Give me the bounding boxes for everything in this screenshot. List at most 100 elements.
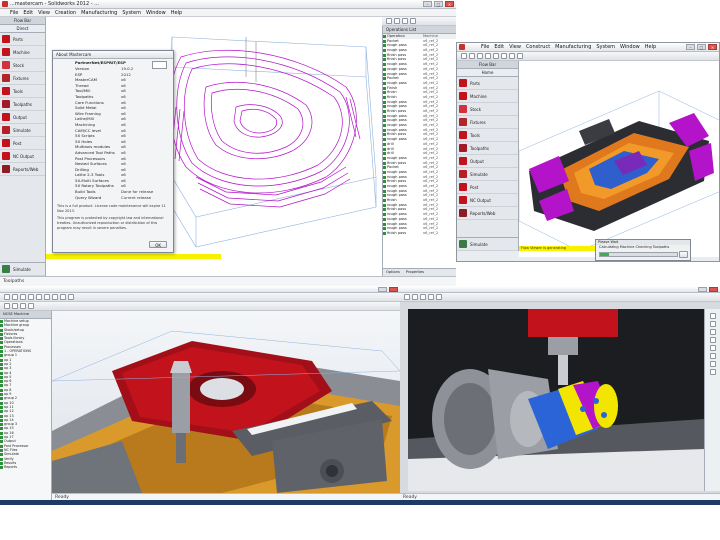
close-button-4[interactable]: [709, 287, 718, 292]
flow-item-machine[interactable]: Machine: [0, 46, 45, 59]
flow-footer-simulate[interactable]: Simulate: [0, 262, 45, 276]
section-icon-4[interactable]: [709, 369, 716, 375]
fit-icon[interactable]: [517, 53, 523, 59]
close-button-3[interactable]: [389, 287, 398, 292]
close-button[interactable]: ×: [445, 1, 454, 7]
step-icon-4[interactable]: [709, 337, 716, 343]
zoom-icon-4[interactable]: [428, 294, 434, 300]
tool-refresh-icon[interactable]: [394, 18, 400, 24]
tool-verify-icon[interactable]: [410, 18, 416, 24]
machine-viewport[interactable]: [52, 311, 400, 493]
pan-icon[interactable]: [509, 53, 515, 59]
open-icon-4[interactable]: [412, 294, 418, 300]
print-icon[interactable]: [485, 53, 491, 59]
rotate-icon-4[interactable]: [436, 294, 442, 300]
menu-system[interactable]: System: [122, 9, 141, 16]
view-side-icon[interactable]: [20, 303, 26, 309]
new-icon-4[interactable]: [404, 294, 410, 300]
play-icon-4[interactable]: [709, 313, 716, 319]
stop-icon-4[interactable]: [709, 329, 716, 335]
flow2-item-machine[interactable]: Machine: [457, 90, 518, 103]
wire-icon-3[interactable]: [68, 294, 74, 300]
new-icon-3[interactable]: [4, 294, 10, 300]
zoom-icon[interactable]: [493, 53, 499, 59]
flow-bar-subheader[interactable]: Direct: [0, 25, 45, 33]
flow-item-nc-output[interactable]: NC Output: [0, 150, 45, 163]
tool-delete-icon[interactable]: [402, 18, 408, 24]
flow2-item-tools[interactable]: Tools: [457, 129, 518, 142]
pause-icon-4[interactable]: [709, 321, 716, 327]
rotate-icon-3[interactable]: [52, 294, 58, 300]
window-controls-2: – □ ×: [686, 44, 717, 50]
save-icon[interactable]: [477, 53, 483, 59]
tool-select-icon[interactable]: [386, 18, 392, 24]
progress-text: Calculating Machine Checking Toolpaths: [599, 245, 670, 249]
undo-icon-3[interactable]: [28, 294, 34, 300]
dialog-ok-button[interactable]: OK: [149, 241, 167, 248]
flow-item-simulate[interactable]: Simulate: [0, 124, 45, 137]
flow-item-toolpaths[interactable]: Toolpaths: [0, 98, 45, 111]
maximize-button[interactable]: □: [434, 1, 443, 7]
flow2-footer-simulate[interactable]: Simulate: [457, 237, 518, 251]
rotate-icon[interactable]: [501, 53, 507, 59]
flow-bar-subheader-2[interactable]: Home: [457, 69, 518, 77]
flow2-item-toolpaths[interactable]: Toolpaths: [457, 142, 518, 155]
zoom-icon-3[interactable]: [44, 294, 50, 300]
menu-edit[interactable]: Edit: [23, 9, 33, 16]
flow2-item-parts[interactable]: Parts: [457, 77, 518, 90]
flow-item-parts[interactable]: Parts: [0, 33, 45, 46]
flow2-item-fixtures[interactable]: Fixtures: [457, 116, 518, 129]
open-icon-3[interactable]: [12, 294, 18, 300]
minimize-button[interactable]: –: [423, 1, 432, 7]
flow2-item-nc-output[interactable]: NC Output: [457, 194, 518, 207]
flow-item-fixtures[interactable]: Fixtures: [0, 72, 45, 85]
five-axis-viewport[interactable]: [408, 309, 704, 491]
flow2-item-post[interactable]: Post: [457, 181, 518, 194]
menu-creation[interactable]: Creation: [55, 9, 76, 16]
flow-item-tools[interactable]: Tools: [0, 85, 45, 98]
settings-icon-4[interactable]: [709, 353, 716, 359]
shade-icon-3[interactable]: [60, 294, 66, 300]
flow2-item-simulate[interactable]: Simulate: [457, 168, 518, 181]
flow2-item-output[interactable]: Output: [457, 155, 518, 168]
menu-help[interactable]: Help: [171, 9, 182, 16]
flow-item-output[interactable]: Output: [0, 111, 45, 124]
measure-icon-4[interactable]: [709, 361, 716, 367]
menu-system-2[interactable]: System: [596, 43, 615, 51]
view-top-icon[interactable]: [4, 303, 10, 309]
rewind-icon-4[interactable]: [709, 345, 716, 351]
menu-file-2[interactable]: File: [481, 43, 489, 51]
maximize-button-2[interactable]: □: [697, 44, 706, 50]
machine-tree-row[interactable]: Reports: [0, 465, 51, 470]
simulation-viewport[interactable]: Flow Viewer is generating: [519, 61, 719, 257]
progress-cancel-button[interactable]: [679, 251, 688, 258]
menu-view[interactable]: View: [38, 9, 50, 16]
tree-options-button[interactable]: Options: [386, 269, 400, 276]
menu-help-2[interactable]: Help: [645, 43, 656, 51]
flow2-item-reports[interactable]: Reports/Web: [457, 207, 518, 220]
menu-construct-2[interactable]: Construct: [526, 43, 550, 51]
redo-icon-3[interactable]: [36, 294, 42, 300]
menu-file[interactable]: File: [10, 9, 18, 16]
close-button-2[interactable]: ×: [708, 44, 717, 50]
flow-item-reports[interactable]: Reports/Web: [0, 163, 45, 176]
tree-properties-button[interactable]: Properties: [406, 269, 424, 276]
minimize-button-3[interactable]: [378, 287, 387, 292]
tree-row[interactable]: finish pass x6_ref_2: [383, 231, 456, 236]
save-icon-4[interactable]: [420, 294, 426, 300]
menu-edit-2[interactable]: Edit: [494, 43, 504, 51]
menu-manufacturing[interactable]: Manufacturing: [81, 9, 117, 16]
minimize-button-4[interactable]: [698, 287, 707, 292]
save-icon-3[interactable]: [20, 294, 26, 300]
menu-manufacturing-2[interactable]: Manufacturing: [555, 43, 591, 51]
flow2-item-stock[interactable]: Stock: [457, 103, 518, 116]
menu-window-2[interactable]: Window: [620, 43, 640, 51]
flow-item-post[interactable]: Post: [0, 137, 45, 150]
view-iso-icon[interactable]: [28, 303, 34, 309]
menu-view-2[interactable]: View: [509, 43, 521, 51]
view-front-icon[interactable]: [12, 303, 18, 309]
flow-item-stock[interactable]: Stock: [0, 59, 45, 72]
open-icon[interactable]: [469, 53, 475, 59]
menu-window[interactable]: Window: [146, 9, 166, 16]
new-icon[interactable]: [461, 53, 467, 59]
